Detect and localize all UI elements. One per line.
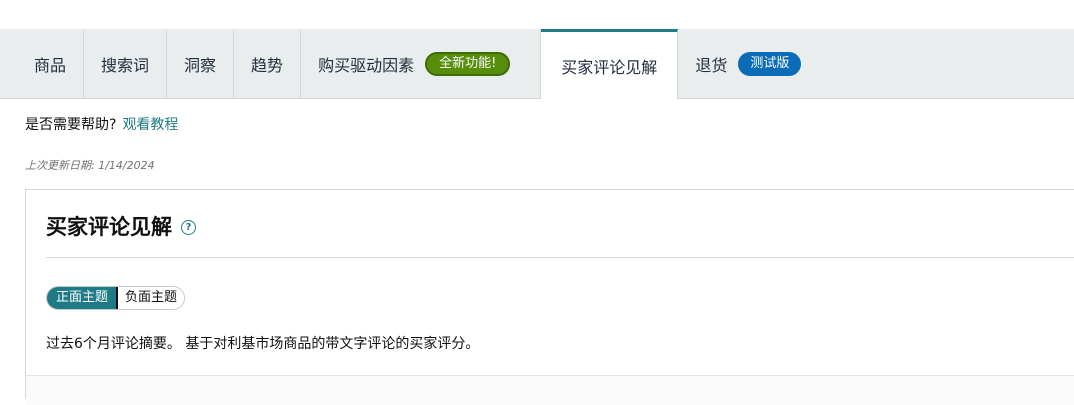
help-question: 是否需要帮助? [25, 117, 117, 133]
positive-themes-button[interactable]: 正面主题 [47, 287, 117, 309]
info-icon[interactable]: ? [181, 219, 196, 235]
review-insights-card: 买家评论见解 ? 正面主题 负面主题 过去6个月评论摘要。 基于对利基市场商品的… [25, 189, 1074, 405]
card-header: 买家评论见解 ? [46, 190, 1074, 258]
negative-themes-button[interactable]: 负面主题 [116, 287, 185, 309]
tab-label: 商品 [34, 55, 67, 75]
tab-returns[interactable]: 退货 测试版 [678, 29, 818, 98]
theme-toggle: 正面主题 负面主题 [46, 286, 186, 310]
tab-bar: 商品 搜索词 洞察 趋势 购买驱动因素 全新功能! 买家评论见解 退货 测试版 [0, 29, 1074, 99]
tab-insights[interactable]: 洞察 [167, 29, 235, 98]
tab-label: 洞察 [184, 55, 217, 75]
tab-purchase-drivers[interactable]: 购买驱动因素 全新功能! [301, 29, 542, 98]
tab-search-terms[interactable]: 搜索词 [84, 29, 168, 98]
new-feature-badge: 全新功能! [425, 51, 511, 76]
tab-label: 购买驱动因素 [318, 55, 415, 75]
tab-products[interactable]: 商品 [0, 29, 85, 98]
tab-label: 趋势 [251, 55, 284, 75]
card-description: 过去6个月评论摘要。 基于对利基市场商品的带文字评论的买家评分。 [46, 336, 480, 352]
watch-tutorial-link[interactable]: 观看教程 [122, 117, 178, 133]
top-spacer [0, 0, 1074, 29]
tab-trends[interactable]: 趋势 [234, 29, 302, 98]
tab-label: 买家评论见解 [561, 57, 658, 77]
help-row: 是否需要帮助? 观看教程 [0, 114, 1074, 134]
tab-review-insights[interactable]: 买家评论见解 [541, 29, 679, 99]
beta-badge: 测试版 [738, 51, 802, 76]
card-divider [26, 375, 1074, 405]
card-title: 买家评论见解 [46, 214, 172, 239]
tab-label: 退货 [695, 55, 728, 75]
tab-label: 搜索词 [101, 55, 150, 75]
last-updated-text: 上次更新日期: 1/14/2024 [25, 159, 155, 172]
